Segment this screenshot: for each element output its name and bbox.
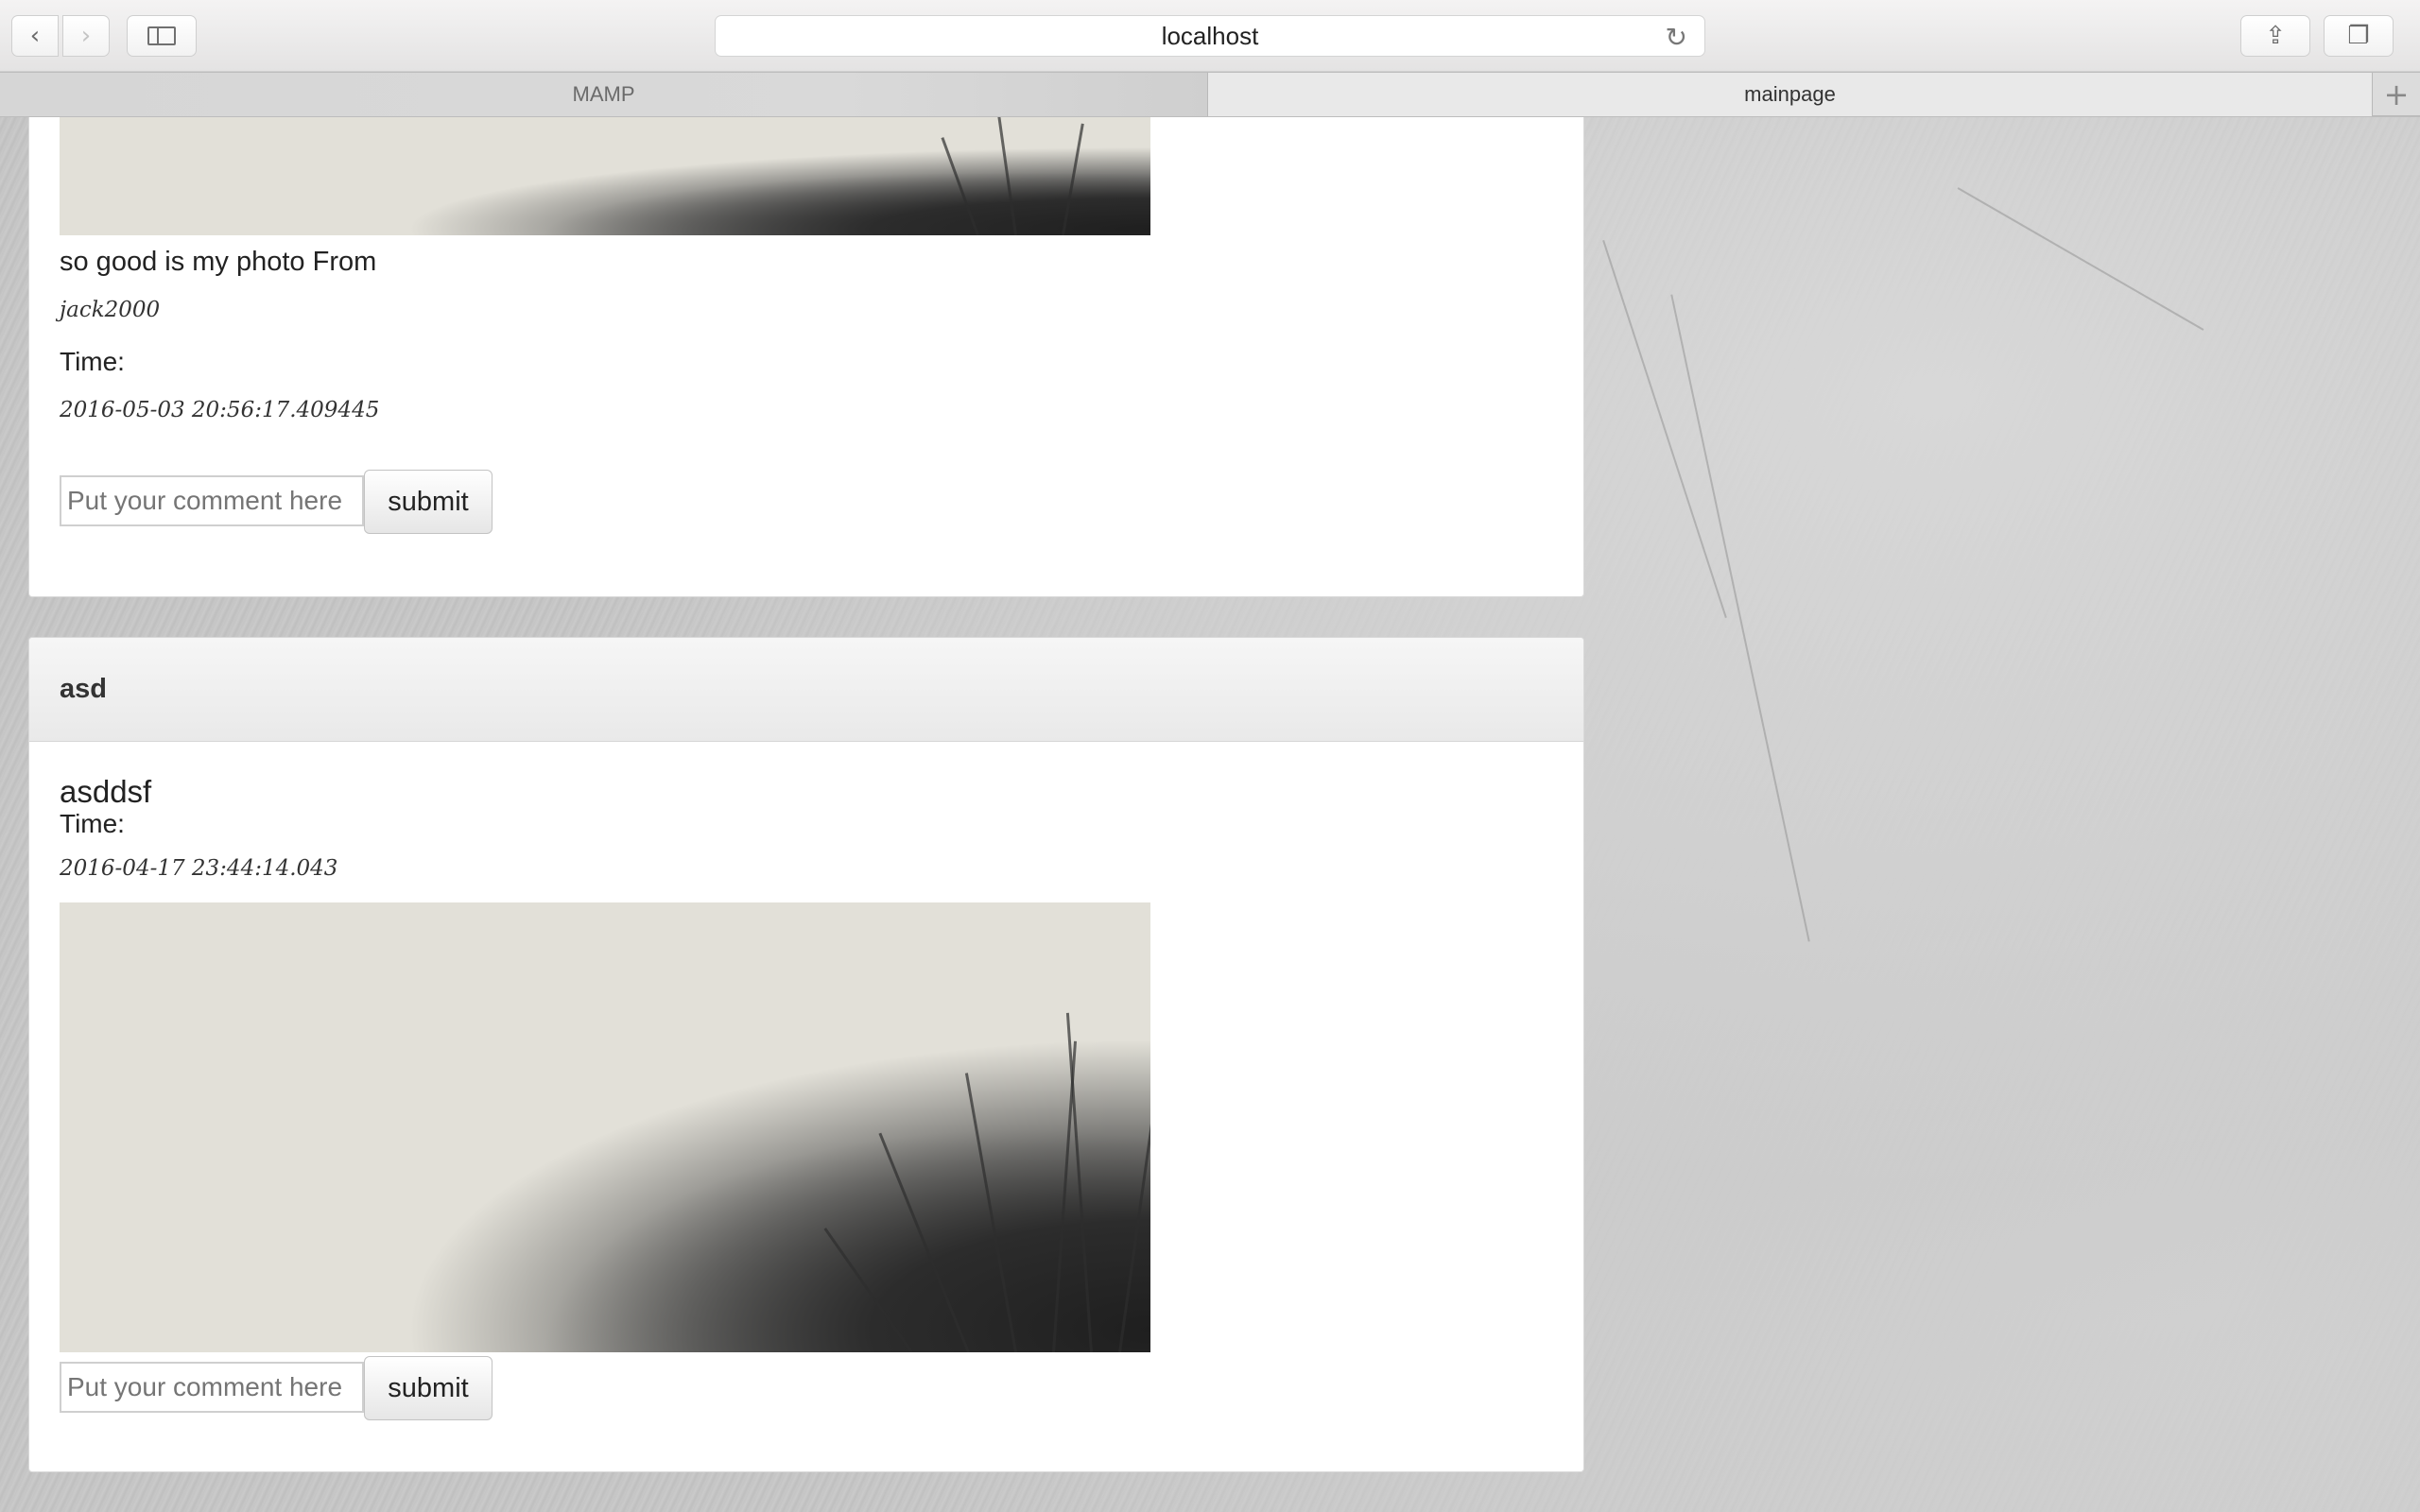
sidebar-toggle-button[interactable] — [127, 15, 197, 57]
post-author: jack2000 — [60, 298, 161, 322]
post-photo[interactable] — [60, 117, 1150, 235]
photo-detail — [878, 1132, 970, 1352]
back-button[interactable]: ‹ — [11, 15, 59, 57]
share-button[interactable]: ⇪ — [2240, 15, 2310, 57]
chevron-left-icon: ‹ — [29, 22, 41, 50]
share-icon: ⇪ — [2265, 22, 2286, 50]
tab-label: mainpage — [1744, 82, 1836, 106]
post-card: asd asddsf Time: 2016-04-17 23:44:14.043… — [28, 637, 1584, 1472]
chevron-right-icon: › — [80, 22, 92, 50]
reload-icon[interactable]: ↻ — [1666, 22, 1687, 53]
photo-detail — [823, 1228, 913, 1352]
post-title: asddsf — [60, 774, 152, 809]
background-texture — [1957, 187, 2204, 331]
time-label: Time: — [60, 809, 125, 838]
address-bar[interactable]: localhost ↻ — [715, 15, 1705, 57]
photo-detail — [1118, 996, 1150, 1352]
page-viewport[interactable]: so good is my photo From jack2000 Time: … — [0, 117, 2420, 1512]
tab-label: MAMP — [572, 82, 635, 106]
background-texture — [1602, 239, 1727, 619]
post-header-title: asd — [60, 674, 107, 704]
comment-input[interactable] — [60, 1362, 364, 1413]
comment-input[interactable] — [60, 475, 364, 526]
plus-icon: + — [2383, 76, 2410, 112]
browser-toolbar: ‹ › localhost ↻ ⇪ ❐ — [0, 0, 2420, 72]
time-label: Time: — [60, 347, 125, 376]
tab-mamp[interactable]: MAMP — [0, 73, 1208, 116]
sidebar-icon — [147, 26, 176, 45]
post-photo[interactable] — [60, 902, 1150, 1352]
photo-detail — [1062, 123, 1084, 235]
photo-detail — [996, 117, 1017, 235]
tabs-icon: ❐ — [2347, 22, 2370, 50]
photo-detail — [964, 1073, 1017, 1352]
post-timestamp: 2016-05-03 20:56:17.409445 — [60, 398, 380, 422]
photo-detail — [941, 137, 979, 235]
forward-button[interactable]: › — [62, 15, 110, 57]
tab-strip: MAMP mainpage + — [0, 73, 2420, 116]
post-header: asd — [29, 638, 1583, 742]
post-timestamp: 2016-04-17 23:44:14.043 — [60, 856, 338, 881]
photo-detail — [1065, 1012, 1093, 1352]
tab-overview-button[interactable]: ❐ — [2324, 15, 2394, 57]
tab-mainpage[interactable]: mainpage — [1208, 73, 2373, 116]
submit-button[interactable]: submit — [364, 1356, 493, 1420]
address-text: localhost — [1161, 21, 1259, 50]
background-texture — [1670, 294, 1810, 942]
post-card: so good is my photo From jack2000 Time: … — [28, 117, 1584, 597]
post-caption: so good is my photo From — [60, 247, 377, 277]
submit-button[interactable]: submit — [364, 470, 493, 534]
new-tab-button[interactable]: + — [2373, 73, 2420, 115]
